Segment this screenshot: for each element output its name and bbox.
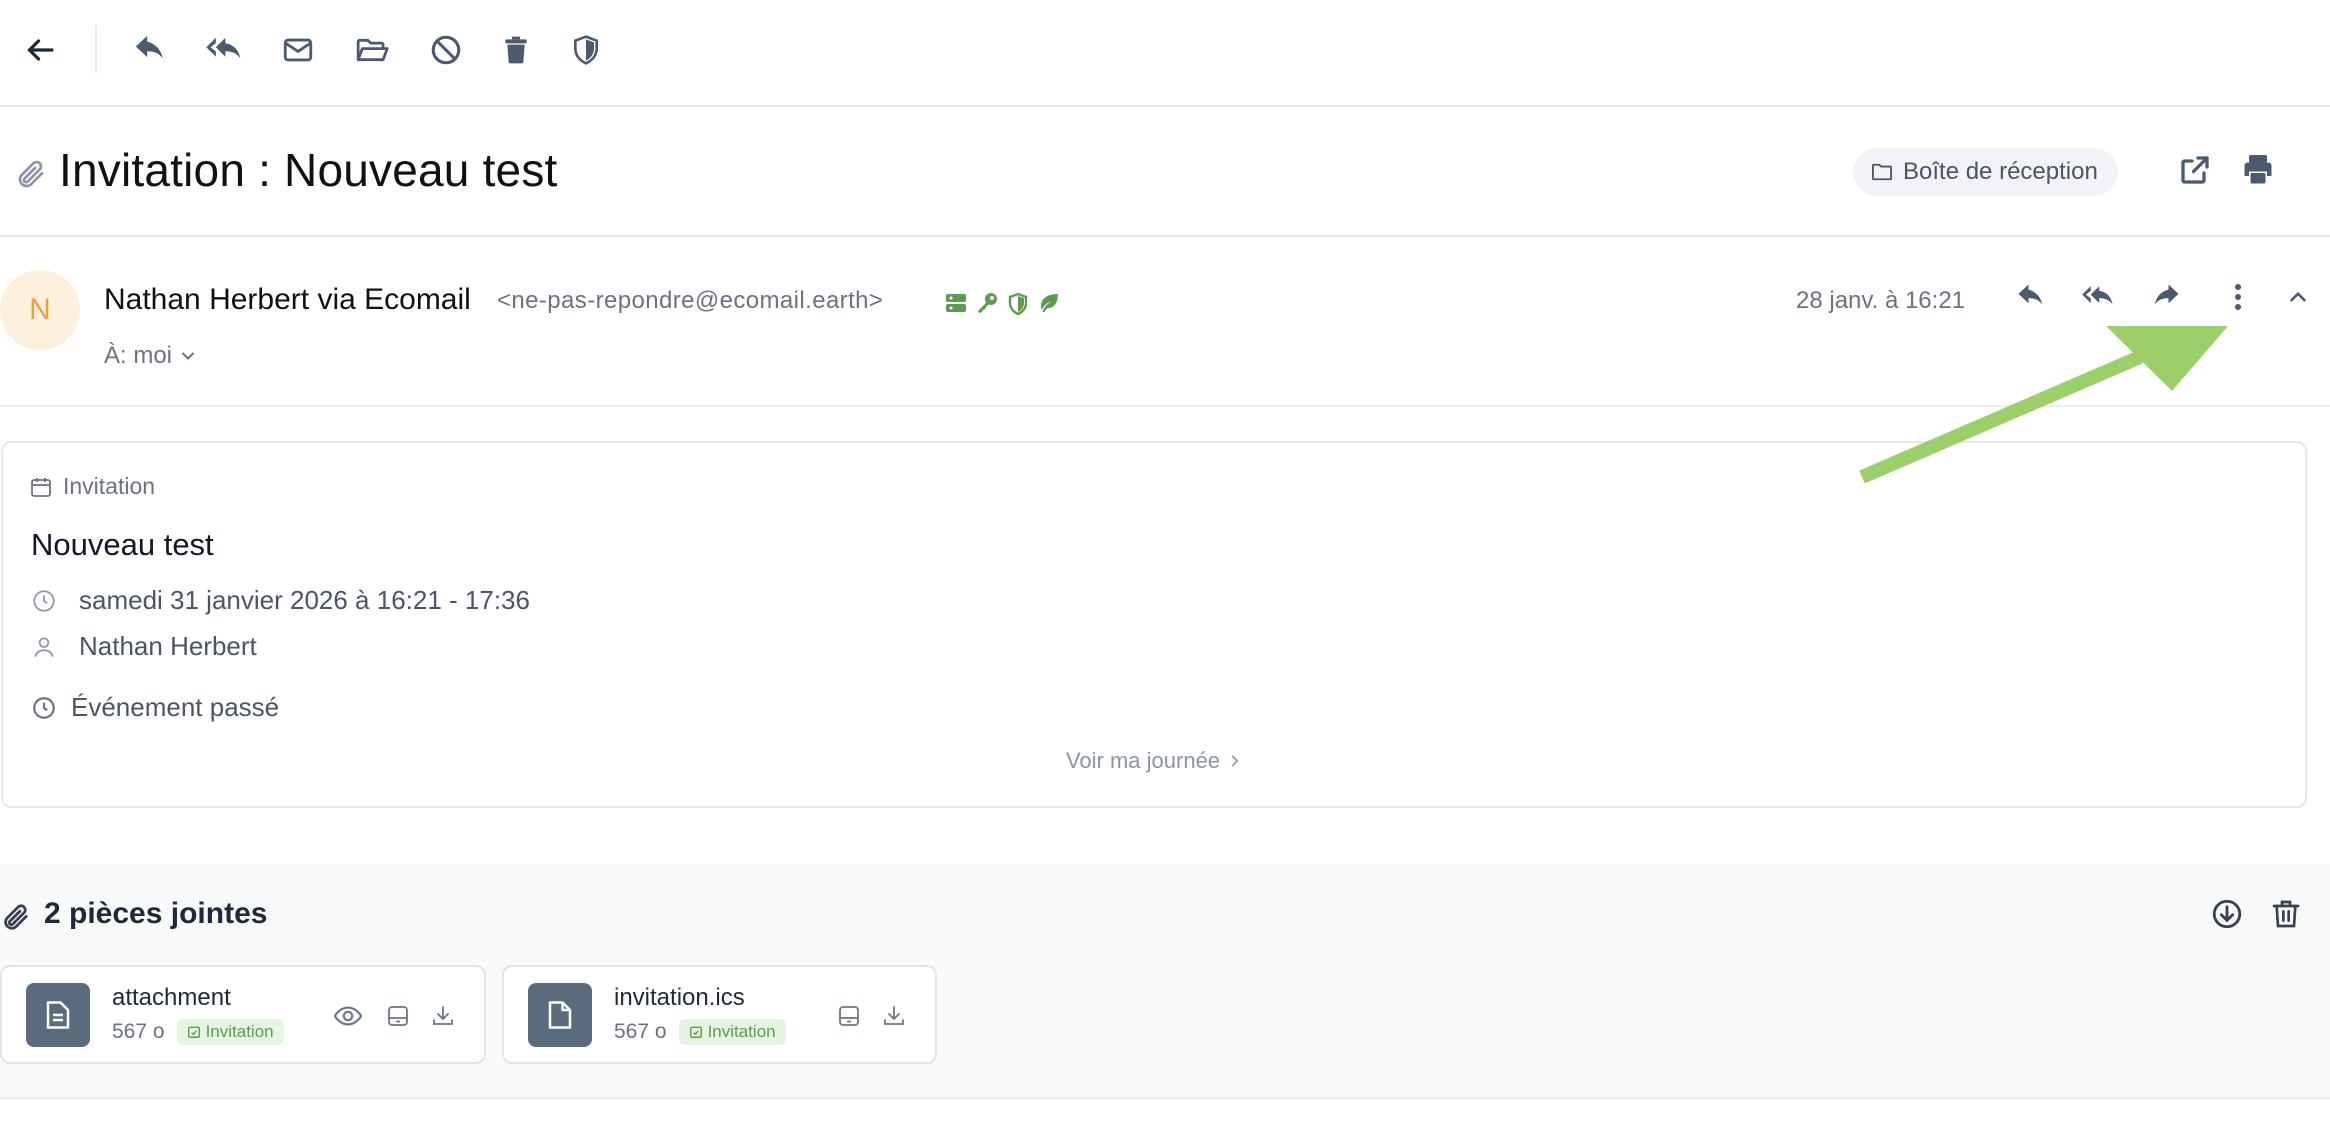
view-day-link[interactable]: Voir ma journée <box>3 748 2305 774</box>
sender-name[interactable]: Nathan Herbert via Ecomail <box>104 283 471 317</box>
collapse-chevron-icon[interactable] <box>2276 275 2320 319</box>
document-icon <box>26 983 90 1047</box>
message-date: 28 janv. à 16:21 <box>1796 287 1966 314</box>
download-icon[interactable] <box>877 999 911 1033</box>
download-icon[interactable] <box>426 999 460 1033</box>
event-status: Événement passé <box>71 692 280 722</box>
folder-label: Boîte de réception <box>1903 158 2098 185</box>
reply-all-icon[interactable] <box>200 26 248 74</box>
delete-attachments-icon[interactable] <box>2270 897 2302 931</box>
chevron-right-icon <box>1228 752 1242 770</box>
attachments-section: 2 pièces jointes attachment 567 o Invita… <box>0 865 2330 1099</box>
reply-icon[interactable] <box>2009 275 2053 319</box>
forward-icon[interactable] <box>2144 275 2188 319</box>
open-external-icon[interactable] <box>2177 152 2213 188</box>
shield-icon[interactable] <box>562 26 610 74</box>
calendar-icon <box>29 475 53 499</box>
attachment-meta: 567 o Invitation <box>614 1019 786 1045</box>
person-icon <box>31 634 57 660</box>
reply-all-icon[interactable] <box>2076 275 2120 319</box>
security-icons <box>944 291 1062 317</box>
key-icon <box>974 291 1000 317</box>
shield-icon <box>1006 291 1030 317</box>
attachment-card[interactable]: invitation.ics 567 o Invitation <box>502 965 937 1064</box>
folder-icon <box>1871 162 1893 182</box>
invitation-type-label: Invitation <box>63 473 156 499</box>
folder-open-icon[interactable] <box>348 26 396 74</box>
invitation-badge: Invitation <box>678 1019 786 1045</box>
event-organizer-row: Nathan Herbert <box>31 631 257 662</box>
view-day-label: Voir ma journée <box>1065 748 1221 773</box>
toolbar-divider <box>95 25 97 73</box>
event-status-row: Événement passé <box>31 692 279 723</box>
attachments-title: 2 pièces jointes <box>44 897 268 930</box>
badge-label: Invitation <box>205 1022 274 1041</box>
back-arrow-icon[interactable] <box>16 26 64 74</box>
event-organizer: Nathan Herbert <box>79 631 257 661</box>
leaf-icon <box>1036 291 1062 317</box>
attachment-size: 567 o <box>112 1020 165 1043</box>
event-datetime: samedi 31 janvier 2026 à 16:21 - 17:36 <box>79 585 530 615</box>
subject-title: Invitation : Nouveau test <box>59 144 558 196</box>
attachment-name: attachment <box>112 984 231 1011</box>
print-icon[interactable] <box>2240 152 2276 188</box>
inline-view-icon[interactable] <box>832 999 866 1033</box>
attachment-size: 567 o <box>614 1020 667 1043</box>
download-all-icon[interactable] <box>2210 897 2244 931</box>
mail-icon[interactable] <box>274 26 322 74</box>
ban-icon[interactable] <box>422 26 470 74</box>
invitation-card: Invitation Nouveau test samedi 31 janvie… <box>1 441 2307 808</box>
clock-icon <box>31 695 57 721</box>
invitation-badge: Invitation <box>176 1019 284 1045</box>
reply-icon[interactable] <box>126 26 174 74</box>
folder-chip[interactable]: Boîte de réception <box>1853 148 2118 196</box>
calendar-check-icon <box>689 1025 703 1039</box>
attachment-name: invitation.ics <box>614 984 745 1011</box>
more-options-icon[interactable] <box>2216 275 2260 319</box>
recipients-toggle[interactable]: À: moi <box>104 342 198 370</box>
event-title: Nouveau test <box>31 527 214 562</box>
attachment-card[interactable]: attachment 567 o Invitation <box>0 965 486 1064</box>
preview-eye-icon[interactable] <box>331 999 365 1033</box>
sender-email[interactable]: <ne-pas-repondre@ecomail.earth> <box>497 287 883 315</box>
trash-icon[interactable] <box>492 26 540 74</box>
to-label: À: moi <box>104 342 173 369</box>
paperclip-icon <box>14 156 46 192</box>
avatar: N <box>0 270 80 350</box>
badge-label: Invitation <box>707 1022 776 1041</box>
invitation-type: Invitation <box>29 473 155 500</box>
toolbar <box>0 0 2330 107</box>
inline-view-icon[interactable] <box>381 999 415 1033</box>
attachment-meta: 567 o Invitation <box>112 1019 284 1045</box>
server-icon <box>944 291 968 317</box>
message-header: N Nathan Herbert via Ecomail <ne-pas-rep… <box>0 237 2330 407</box>
subject-bar: Invitation : Nouveau test Boîte de récep… <box>0 107 2330 237</box>
paperclip-icon <box>0 901 30 933</box>
chevron-down-icon <box>178 346 198 366</box>
calendar-check-icon <box>187 1025 201 1039</box>
event-datetime-row: samedi 31 janvier 2026 à 16:21 - 17:36 <box>31 585 530 616</box>
file-icon <box>528 983 592 1047</box>
clock-icon <box>31 588 57 614</box>
